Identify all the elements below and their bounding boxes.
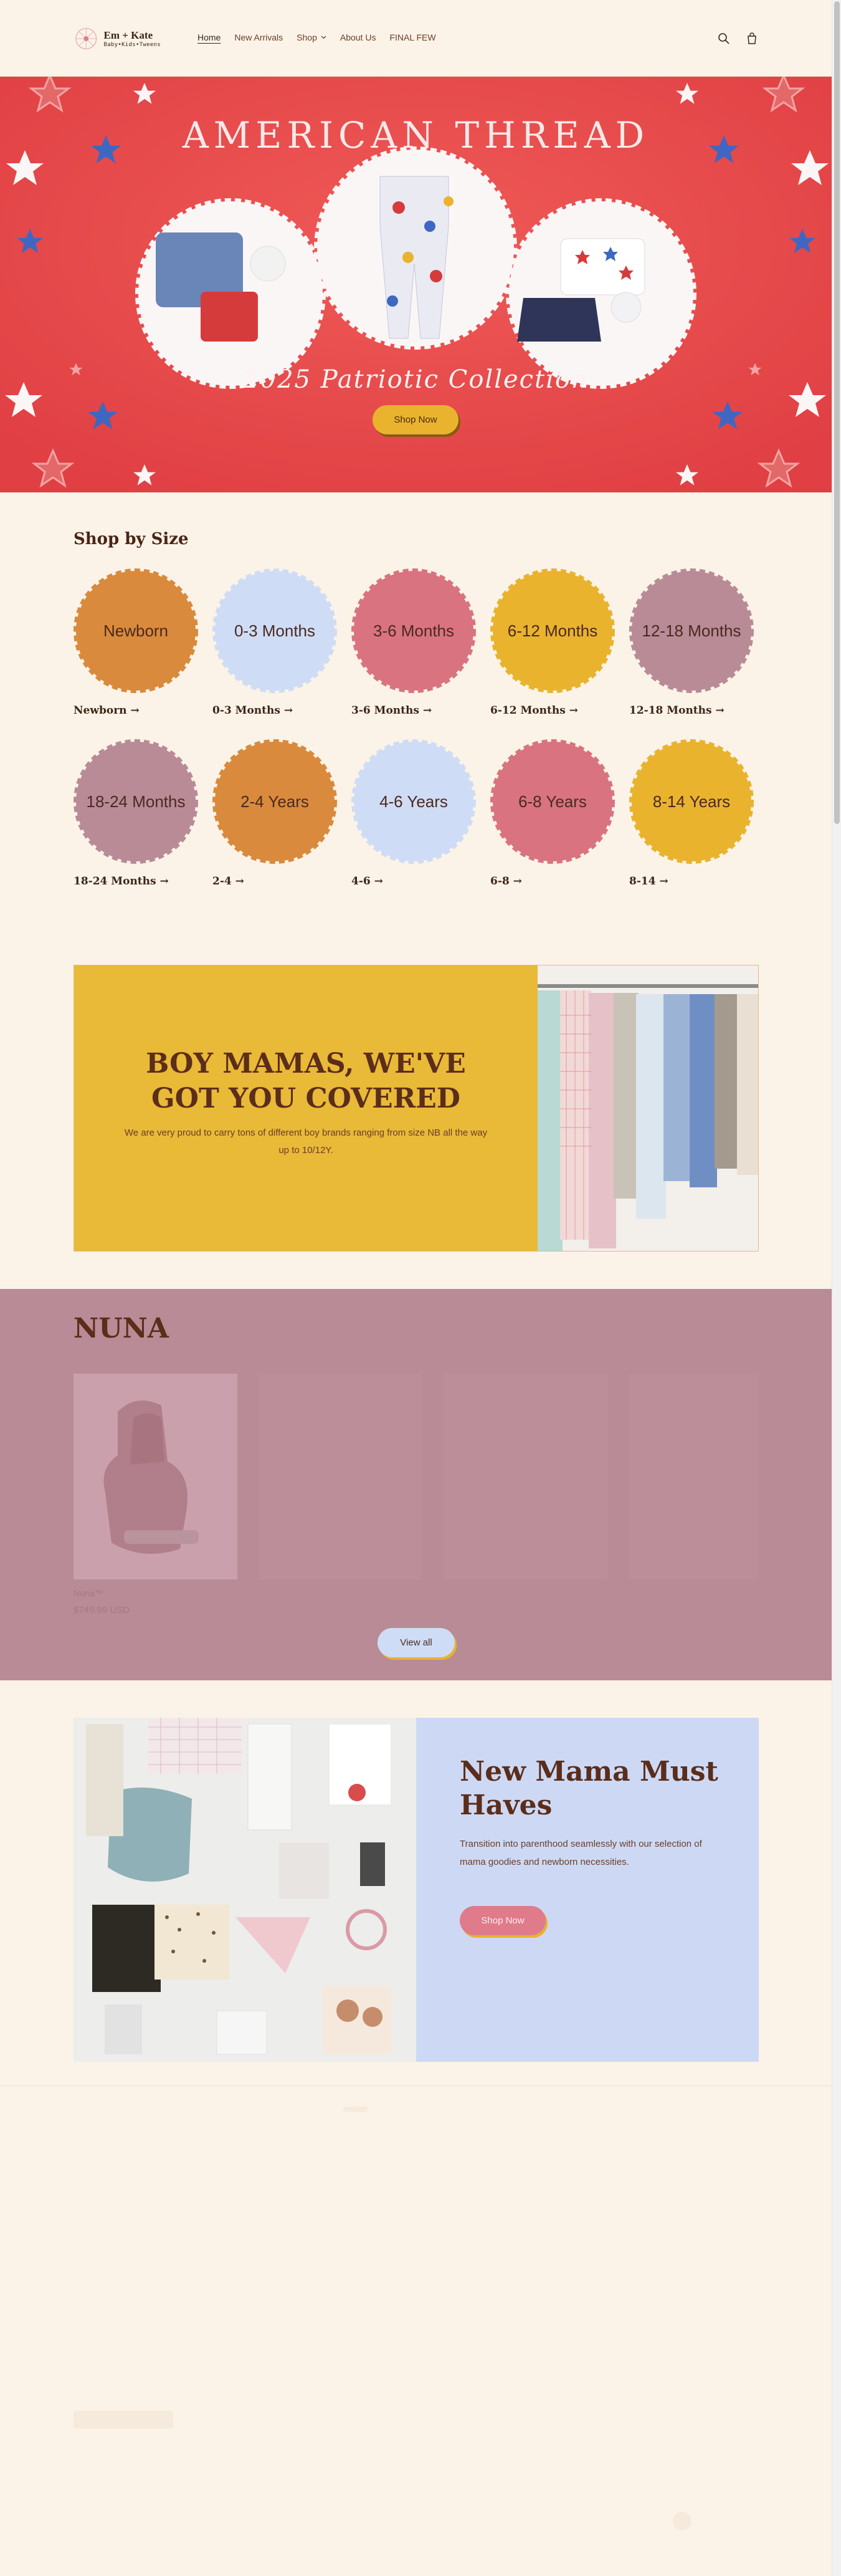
product-placeholder [629, 1374, 759, 1579]
boy-mamas-banner: BOY MAMAS, WE'VE GOT YOU COVERED We are … [74, 965, 759, 1252]
mama-essentials-image [74, 1718, 416, 2062]
main-nav: Home New Arrivals Shop About Us FINAL FE… [191, 32, 443, 42]
logo-mark-icon [75, 27, 97, 50]
boy-mamas-title: BOY MAMAS, WE'VE GOT YOU COVERED [74, 1046, 538, 1116]
boy-mamas-body: We are very proud to carry tons of diffe… [124, 1128, 488, 1156]
boy-mamas-text-panel: BOY MAMAS, WE'VE GOT YOU COVERED We are … [74, 965, 538, 1251]
faded-footer-element [74, 2411, 173, 2428]
new-mama-title: New Mama Must Haves [460, 1756, 718, 1821]
size-link[interactable]: 2-4 → [212, 875, 244, 888]
size-link[interactable]: 12-18 Months → [629, 704, 725, 717]
size-card-newborn[interactable]: Newborn Newborn → [74, 568, 198, 718]
product-name[interactable]: Nuna™ [74, 1588, 103, 1598]
size-link[interactable]: 0-3 Months → [212, 704, 293, 717]
size-link[interactable]: 4-6 → [351, 875, 383, 888]
shop-by-size-title: Shop by Size [74, 530, 189, 548]
new-mama-body: Transition into parenthood seamlessly wi… [460, 1839, 702, 1867]
brand-name: Em + Kate [103, 29, 153, 41]
nav-home-label: Home [197, 32, 221, 42]
nuna-collection: NUNA Nuna™ $749.99 USD View all [0, 1289, 832, 1680]
size-card-6-12-months[interactable]: 6-12 Months 6-12 Months → [490, 568, 615, 718]
size-card-8-14-years[interactable]: 8-14 Years 8-14 → [629, 739, 754, 889]
site-header: Em + Kate Baby•Kids•Tweens Home New Arri… [0, 0, 832, 77]
page-scrollbar[interactable] [832, 0, 841, 2576]
size-card-12-18-months[interactable]: 12-18 Months 12-18 Months → [629, 568, 754, 718]
size-card-4-6-years[interactable]: 4-6 Years 4-6 → [351, 739, 476, 889]
size-circle-label: 18-24 Months [86, 792, 186, 811]
nuna-title: NUNA [74, 1313, 169, 1344]
clothing-rack-illustration [538, 965, 758, 1251]
hero-shop-now-button[interactable]: Shop Now [373, 405, 459, 434]
size-link[interactable]: 18-24 Months → [74, 875, 169, 888]
nav-item-new-arrivals[interactable]: New Arrivals [227, 32, 290, 42]
view-all-button[interactable]: View all [378, 1628, 455, 1657]
mama-essentials-illustration [74, 1718, 416, 2062]
size-circle-label: 2-4 Years [240, 792, 309, 811]
faded-footer-element [673, 2512, 691, 2531]
size-card-18-24-months[interactable]: 18-24 Months 18-24 Months → [74, 739, 198, 889]
product-placeholder [258, 1374, 422, 1579]
cart-icon[interactable] [746, 32, 758, 45]
nav-final-few-label: FINAL FEW [389, 32, 436, 42]
new-mama-text-panel: New Mama Must Haves Transition into pare… [416, 1718, 759, 2062]
scrollbar-thumb[interactable] [834, 1, 840, 824]
footer-divider [0, 2085, 832, 2086]
size-card-2-4-years[interactable]: 2-4 Years 2-4 → [212, 739, 337, 889]
hero-title: AMERICAN THREAD [182, 114, 650, 156]
size-link[interactable]: 6-8 → [490, 875, 522, 888]
size-circle-label: 8-14 Years [652, 792, 731, 811]
size-circle-label: Newborn [103, 621, 169, 640]
size-link[interactable]: 3-6 Months → [351, 704, 432, 717]
hero-banner: AMERICAN THREAD 2025 Patriotic Collectio… [0, 77, 832, 492]
new-mama-banner: New Mama Must Haves Transition into pare… [74, 1718, 759, 2062]
search-icon[interactable] [718, 32, 730, 45]
size-circle-label: 12-18 Months [642, 621, 741, 640]
product-placeholder [444, 1374, 607, 1579]
new-mama-shop-now-button[interactable]: Shop Now [460, 1906, 546, 1935]
size-card-6-8-years[interactable]: 6-8 Years 6-8 → [490, 739, 615, 889]
hero-subtitle: 2025 Patriotic Collection [243, 365, 589, 394]
nav-new-arrivals-label: New Arrivals [234, 32, 283, 42]
nav-item-about-us[interactable]: About Us [333, 32, 383, 42]
size-card-0-3-months[interactable]: 0-3 Months 0-3 Months → [212, 568, 337, 718]
clothing-rack-image [538, 965, 758, 1251]
nav-item-shop[interactable]: Shop [290, 32, 333, 42]
car-seat-image [74, 1374, 237, 1579]
nav-shop-label: Shop [297, 32, 317, 42]
product-card-nuna[interactable] [74, 1374, 237, 1579]
size-link[interactable]: 8-14 → [629, 875, 668, 888]
size-link[interactable]: 6-12 Months → [490, 704, 578, 717]
nav-item-final-few[interactable]: FINAL FEW [382, 32, 442, 42]
brand-tagline: Baby•Kids•Tweens [103, 42, 161, 48]
size-circle-label: 6-8 Years [518, 792, 587, 811]
size-circle-label: 3-6 Months [373, 621, 455, 640]
size-circle-label: 4-6 Years [379, 792, 448, 811]
chevron-down-icon [321, 36, 326, 39]
size-circle-label: 0-3 Months [234, 621, 316, 640]
size-circle-label: 6-12 Months [507, 621, 598, 640]
brand-logo[interactable]: Em + Kate Baby•Kids•Tweens [74, 22, 161, 55]
boy-mamas-title-line2: GOT YOU COVERED [151, 1083, 460, 1114]
nav-about-label: About Us [340, 32, 376, 42]
product-price: $749.99 USD [74, 1605, 130, 1616]
faded-footer-element [343, 2107, 368, 2112]
size-card-3-6-months[interactable]: 3-6 Months 3-6 Months → [351, 568, 476, 718]
nav-item-home[interactable]: Home [191, 32, 227, 42]
page: Em + Kate Baby•Kids•Tweens Home New Arri… [0, 0, 832, 2576]
boy-mamas-title-line1: BOY MAMAS, WE'VE [146, 1048, 466, 1080]
size-link[interactable]: Newborn → [74, 704, 140, 717]
